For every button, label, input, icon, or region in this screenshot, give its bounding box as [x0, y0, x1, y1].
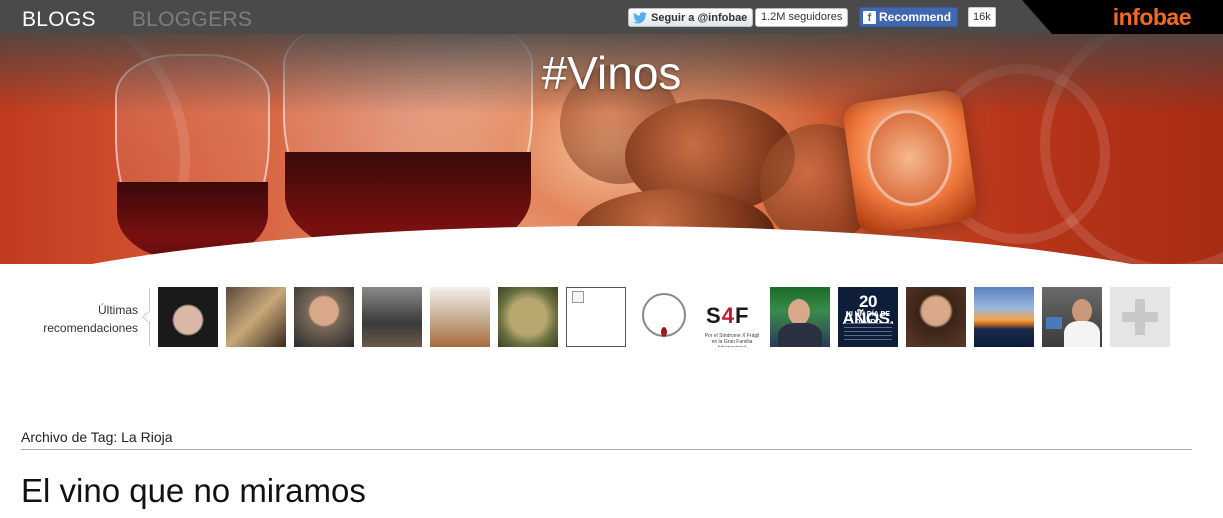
more-recommendations-button[interactable]	[1110, 287, 1170, 347]
recommendation-avatar-logo[interactable]	[634, 287, 694, 347]
post-title-link[interactable]: El vino que no miramos	[21, 472, 366, 510]
archive-tag: La Rioja	[121, 429, 173, 445]
twitter-bird-icon	[633, 11, 647, 24]
header-banner: #Vinos	[0, 34, 1223, 264]
recommendation-avatar[interactable]	[158, 287, 218, 347]
recommendation-avatar-poster[interactable]: 20 AÑOS. NI UN DÍA DE OLVIDO	[838, 287, 898, 347]
s4f-letter-4: 4	[721, 303, 735, 328]
facebook-recommend-label: Recommend	[879, 10, 952, 24]
top-bar: BLOGS BLOGGERS Seguir a @infobae 1.2M se…	[0, 0, 1223, 34]
recommendations-list: S4F Por el Síndrome X Frágil en la Gran …	[158, 287, 1170, 347]
s4f-logo: S4F	[706, 303, 749, 329]
page-title: #Vinos	[541, 47, 682, 99]
recommendation-avatar[interactable]	[294, 287, 354, 347]
s4f-letter-s: S	[706, 303, 722, 328]
recommendation-avatar[interactable]	[906, 287, 966, 347]
recommendations-pointer	[142, 311, 154, 323]
s4f-letter-f: F	[734, 303, 750, 328]
nav-blogs-link[interactable]: BLOGS	[22, 8, 96, 32]
recommendation-avatar-broken[interactable]	[566, 287, 626, 347]
recommendation-avatar-sunset[interactable]	[974, 287, 1034, 347]
s4f-subtitle: Por el Síndrome X Frágil en la Gran Fami…	[704, 333, 760, 347]
recommendation-avatar-s4f[interactable]: S4F Por el Síndrome X Frágil en la Gran …	[702, 287, 762, 347]
recommendation-avatar[interactable]	[498, 287, 558, 347]
twitter-follower-count: 1.2M seguidores	[755, 8, 849, 27]
archive-heading: Archivo de Tag: La Rioja	[21, 429, 173, 445]
twitter-follow-label: Seguir a @infobae	[651, 11, 748, 24]
facebook-recommend-button[interactable]: f Recommend	[859, 7, 959, 27]
recommendation-avatar[interactable]	[226, 287, 286, 347]
twitter-follow-button[interactable]: Seguir a @infobae	[628, 8, 754, 27]
facebook-icon: f	[863, 10, 876, 24]
nav-bloggers-link[interactable]: BLOGGERS	[132, 8, 252, 32]
recommendation-avatar[interactable]	[1042, 287, 1102, 347]
infobae-logo[interactable]: infobae	[1113, 4, 1192, 31]
recommendation-avatar[interactable]	[770, 287, 830, 347]
logo-area: infobae	[1022, 0, 1223, 34]
main-nav: BLOGS BLOGGERS	[22, 8, 252, 32]
recommendation-avatar[interactable]	[362, 287, 422, 347]
broken-image-icon	[572, 291, 584, 303]
recommendation-avatar[interactable]	[430, 287, 490, 347]
recommendations-label: Últimas recomendaciones	[43, 303, 138, 335]
archive-divider	[21, 449, 1192, 450]
facebook-recommend-count: 16k	[968, 7, 996, 27]
archive-label: Archivo de Tag:	[21, 429, 118, 445]
